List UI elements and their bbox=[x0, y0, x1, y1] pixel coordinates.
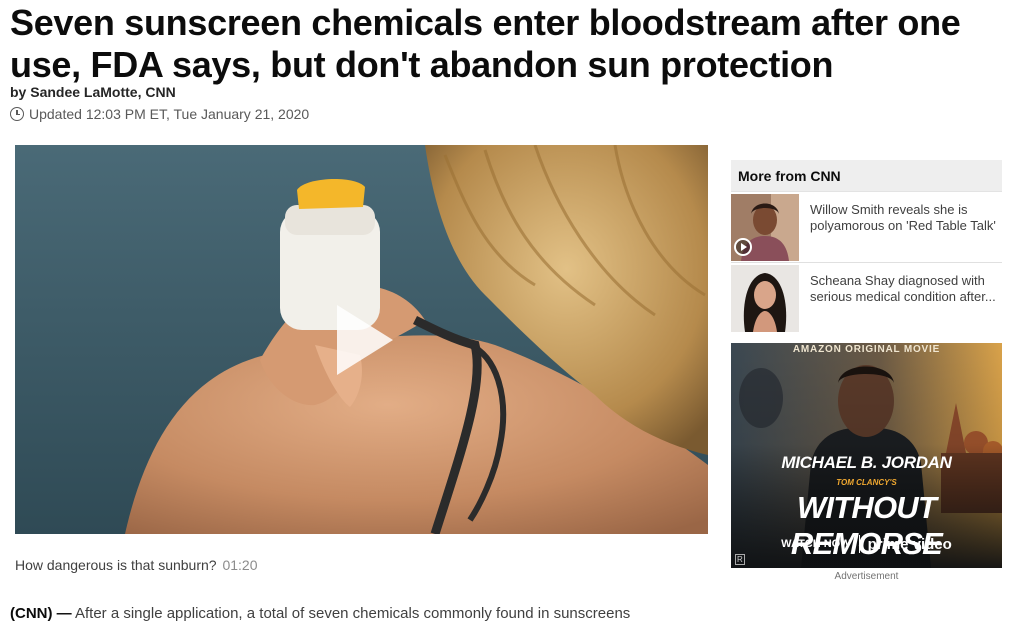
ad-actor: MICHAEL B. JORDAN bbox=[781, 453, 952, 472]
more-item-title: Scheana Shay diagnosed with serious medi… bbox=[810, 273, 996, 304]
more-item-willow-smith[interactable]: Willow Smith reveals she is polyamorous … bbox=[731, 192, 1002, 263]
more-header: More from CNN bbox=[731, 160, 1002, 192]
ad-cta[interactable]: WATCH NOW bbox=[781, 538, 850, 550]
more-from-cnn: More from CNN Willow Smith reveals she i… bbox=[731, 160, 1002, 334]
video-duration: 01:20 bbox=[222, 557, 258, 573]
updated-text: Updated 12:03 PM ET, Tue January 21, 202… bbox=[29, 106, 310, 122]
body-paragraph: After a single application, a total of s… bbox=[71, 605, 631, 622]
advertisement-label: Advertisement bbox=[834, 571, 899, 582]
byline: by Sandee LaMotte, CNN bbox=[10, 84, 176, 100]
ad-divider bbox=[858, 535, 860, 553]
more-item-title: Willow Smith reveals she is polyamorous … bbox=[810, 202, 996, 233]
thumbnail-scheana-shay bbox=[731, 265, 799, 332]
caption-text: How dangerous is that sunburn? bbox=[15, 557, 217, 573]
video-caption: How dangerous is that sunburn? 01:20 bbox=[15, 557, 258, 573]
clock-icon bbox=[10, 107, 24, 121]
more-item-scheana-shay[interactable]: Scheana Shay diagnosed with serious medi… bbox=[731, 263, 1002, 334]
article-body: (CNN) — After a single application, a to… bbox=[10, 605, 630, 622]
byline-prefix: by bbox=[10, 84, 31, 100]
ad-cta-row: WATCH NOW prime video bbox=[731, 535, 1002, 553]
ad-rating: R bbox=[735, 554, 745, 565]
author-link[interactable]: Sandee LaMotte, CNN bbox=[30, 84, 175, 100]
ad-top-line: AMAZON ORIGINAL MOVIE bbox=[792, 344, 941, 355]
play-icon bbox=[734, 238, 752, 256]
headline: Seven sunscreen chemicals enter bloodstr… bbox=[10, 2, 961, 85]
advertisement-banner[interactable]: AMAZON ORIGINAL MOVIE MICHAEL B. JORDAN … bbox=[731, 343, 1002, 568]
ad-brand: prime video bbox=[867, 535, 952, 553]
ad-series: TOM CLANCY'S bbox=[836, 478, 897, 487]
thumbnail-willow-smith bbox=[731, 194, 799, 261]
video-player[interactable] bbox=[15, 145, 708, 534]
body-source: (CNN) — bbox=[10, 605, 72, 622]
video-thumbnail bbox=[15, 145, 708, 534]
updated-timestamp: Updated 12:03 PM ET, Tue January 21, 202… bbox=[10, 106, 309, 122]
